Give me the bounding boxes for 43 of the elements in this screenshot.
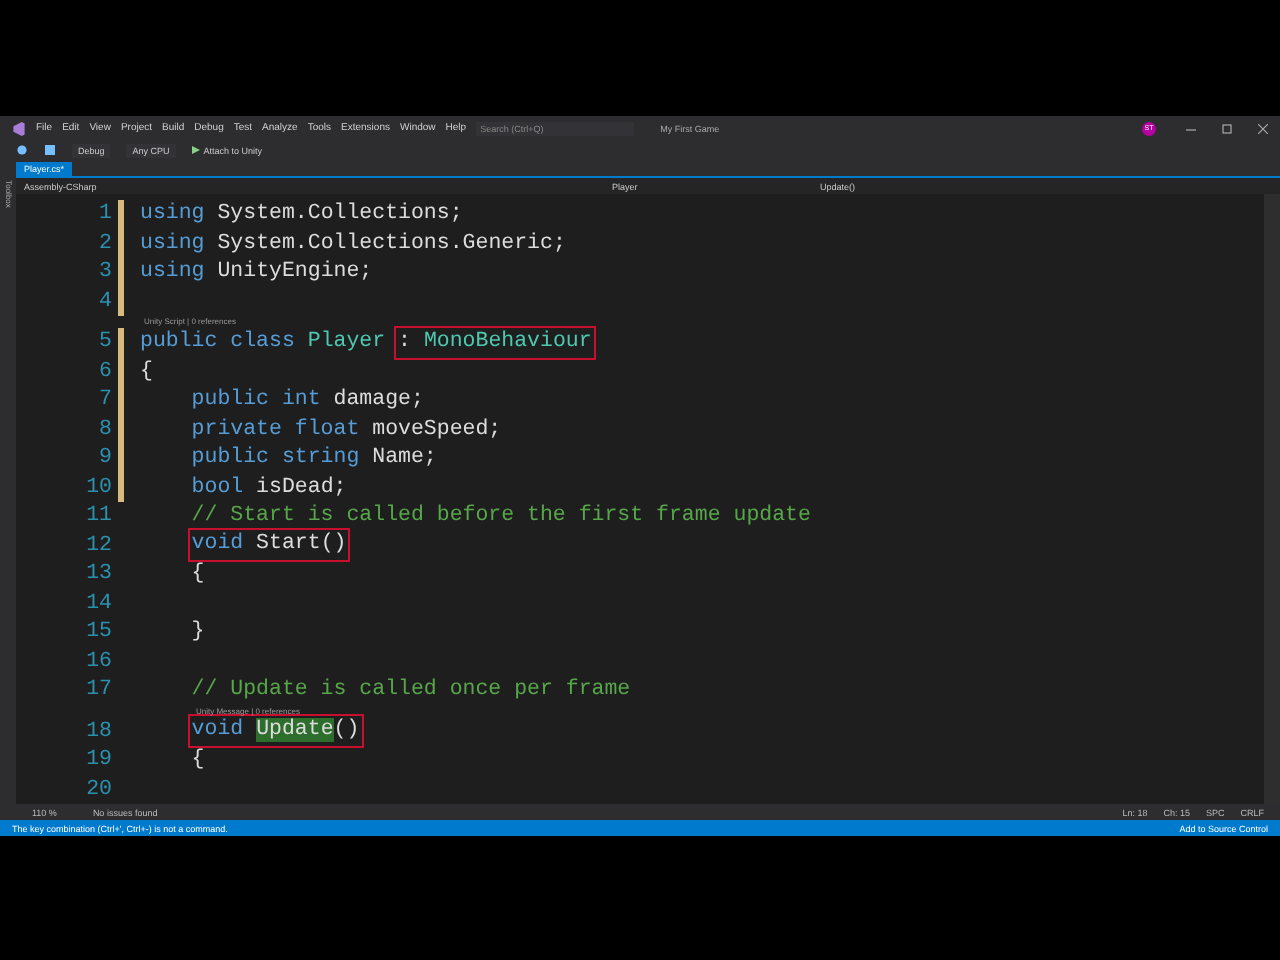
line-number: 12 bbox=[84, 531, 112, 560]
line-number: 20 bbox=[84, 775, 112, 804]
line-number: 9 bbox=[97, 444, 112, 473]
line-number: 15 bbox=[84, 618, 112, 647]
line-number: 8 bbox=[97, 415, 112, 444]
line-number: 1 bbox=[97, 200, 112, 229]
highlighted-code: : MonoBehaviour bbox=[398, 329, 592, 356]
app-logo-icon bbox=[12, 121, 26, 135]
line-number: 7 bbox=[97, 386, 112, 415]
line-number: 18 bbox=[84, 717, 112, 746]
code-line: // Start is called before the first frame update bbox=[189, 502, 811, 531]
line-number: 16 bbox=[84, 647, 112, 676]
code-line: // Update is called once per frame bbox=[189, 676, 631, 705]
code-line: } bbox=[189, 618, 205, 647]
close-icon[interactable] bbox=[1258, 123, 1268, 133]
code-line: public int damage; bbox=[189, 386, 424, 415]
minimize-icon[interactable] bbox=[1186, 123, 1196, 133]
code-line: using UnityEngine; bbox=[140, 258, 373, 287]
line-number: 14 bbox=[84, 589, 112, 618]
code-line: using System.Collections.Generic; bbox=[140, 229, 566, 258]
maximize-icon[interactable] bbox=[1222, 123, 1232, 133]
line-number: 19 bbox=[84, 746, 112, 775]
line-number: 11 bbox=[84, 502, 112, 531]
line-number: 2 bbox=[97, 229, 112, 258]
line-number: 17 bbox=[84, 676, 112, 705]
line-number: 10 bbox=[84, 473, 112, 502]
highlighted-code: void Start() bbox=[191, 532, 347, 559]
code-line: bool isDead; bbox=[189, 473, 347, 502]
code-line: { bbox=[140, 357, 153, 386]
code-text: Player bbox=[305, 328, 386, 357]
code-line: using System.Collections; bbox=[140, 200, 463, 229]
line-number: 3 bbox=[97, 258, 112, 287]
line-number: 13 bbox=[84, 560, 112, 589]
code-text: public class bbox=[140, 328, 295, 357]
code-line: public string Name; bbox=[189, 444, 437, 473]
line-number: 6 bbox=[97, 357, 112, 386]
code-line: { bbox=[189, 560, 205, 589]
line-number: 4 bbox=[97, 287, 112, 316]
code-line: { bbox=[189, 746, 205, 775]
highlighted-code: void Update() bbox=[191, 718, 360, 745]
code-line: private float moveSpeed; bbox=[189, 415, 502, 444]
play-icon bbox=[191, 146, 200, 154]
line-number: 5 bbox=[97, 328, 112, 357]
